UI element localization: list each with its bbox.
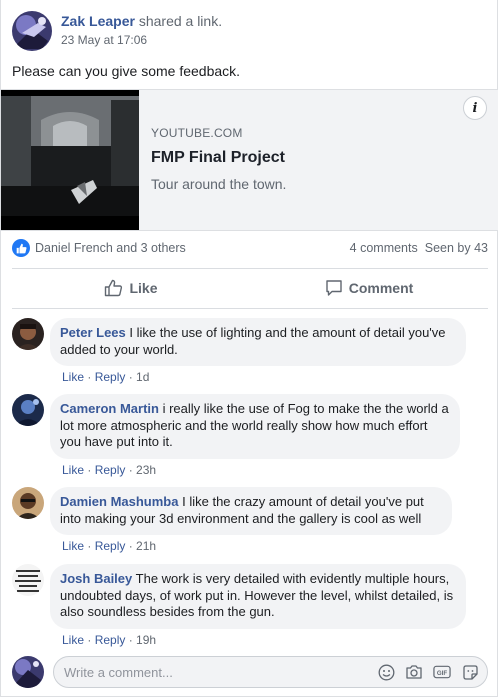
comment-bubble: Damien Mashumba I like the crazy amount … [50,487,452,535]
link-info: YOUTUBE.COM FMP Final Project Tour aroun… [151,126,286,192]
comment-item: Peter Lees I like the use of lighting an… [12,318,466,384]
comment-body: Damien Mashumba I like the crazy amount … [50,487,452,553]
commenter-name[interactable]: Josh Bailey [60,571,132,586]
thumbs-up-icon [105,279,123,297]
comment-like-link[interactable]: Like [62,463,84,477]
comment-meta: Like · Reply · 1d [62,370,150,384]
action-bar: Like Comment [12,270,488,306]
post-card: Zak Leaper shared a link. 23 May at 17:0… [0,0,498,697]
reactors-text[interactable]: Daniel French and 3 others [35,241,186,255]
emoji-icon[interactable] [377,663,395,681]
comment-input[interactable]: Write a comment... GIF [53,656,488,688]
comment-reply-link[interactable]: Reply [95,463,126,477]
link-domain: YOUTUBE.COM [151,126,243,140]
engagement-counts: 4 comments Seen by 43 [350,241,488,255]
reactions-bar: Daniel French and 3 others 4 comments Se… [12,238,488,258]
comment-body: Josh Bailey The work is very detailed wi… [50,564,466,647]
comment-meta: Like · Reply · 21h [62,539,157,553]
comment-like-link[interactable]: Like [62,370,84,384]
commenter-avatar[interactable] [12,487,44,519]
commenter-avatar[interactable] [12,394,44,426]
comment-composer: Write a comment... GIF [12,656,488,688]
gif-icon[interactable]: GIF [433,663,451,681]
divider [12,308,488,309]
comment-reply-link[interactable]: Reply [95,539,126,553]
gif-label: GIF [437,670,447,677]
commenter-avatar[interactable] [12,564,44,596]
like-button[interactable]: Like [12,270,250,306]
seen-count[interactable]: Seen by 43 [425,241,488,255]
comment-label: Comment [348,280,414,296]
like-label: Like [129,280,158,296]
like-reaction-icon[interactable] [12,239,30,257]
comment-bubble: Cameron Martin i really like the use of … [50,394,460,459]
header-line: Zak Leaper shared a link. [61,13,222,30]
comment-time[interactable]: 21h [136,539,156,553]
comment-time[interactable]: 1d [136,370,149,384]
comment-time[interactable]: 19h [136,633,156,647]
comment-reply-link[interactable]: Reply [95,370,126,384]
post-timestamp[interactable]: 23 May at 17:06 [61,33,222,47]
share-action: shared a link. [138,13,223,29]
link-preview[interactable]: YOUTUBE.COM FMP Final Project Tour aroun… [1,89,498,231]
author-name[interactable]: Zak Leaper [61,13,135,29]
commenter-avatar[interactable] [12,318,44,350]
comment-bubble: Peter Lees I like the use of lighting an… [50,318,466,366]
comment-button[interactable]: Comment [250,270,488,306]
info-icon[interactable]: i [463,96,487,120]
link-description: Tour around the town. [151,176,287,192]
post-text: Please can you give some feedback. [12,63,241,79]
comment-time[interactable]: 23h [136,463,156,477]
sticker-icon[interactable] [461,663,479,681]
commenter-name[interactable]: Cameron Martin [60,401,159,416]
comment-like-link[interactable]: Like [62,539,84,553]
comment-meta: Like · Reply · 23h [62,462,157,477]
comment-item: Cameron Martin i really like the use of … [12,394,460,477]
commenter-name[interactable]: Damien Mashumba [60,494,178,509]
camera-icon[interactable] [405,663,423,681]
comment-like-link[interactable]: Like [62,633,84,647]
comment-bubble: Josh Bailey The work is very detailed wi… [50,564,466,629]
current-user-avatar[interactable] [12,656,44,688]
divider [12,268,488,269]
author-avatar[interactable] [12,11,52,51]
comment-meta: Like · Reply · 19h [62,632,157,647]
link-title[interactable]: FMP Final Project [151,149,286,167]
commenter-name[interactable]: Peter Lees [60,325,126,340]
comment-body: Cameron Martin i really like the use of … [50,394,460,477]
header-text: Zak Leaper shared a link. 23 May at 17:0… [61,13,222,47]
comment-icon [326,280,342,296]
comment-body: Peter Lees I like the use of lighting an… [50,318,466,384]
comment-reply-link[interactable]: Reply [95,633,126,647]
comment-placeholder: Write a comment... [64,664,173,680]
composer-icons: GIF [377,663,479,681]
video-thumbnail[interactable] [1,90,139,230]
comments-count[interactable]: 4 comments [350,241,418,255]
post-header: Zak Leaper shared a link. 23 May at 17:0… [12,11,222,51]
comment-item: Damien Mashumba I like the crazy amount … [12,487,452,553]
comment-item: Josh Bailey The work is very detailed wi… [12,564,466,647]
